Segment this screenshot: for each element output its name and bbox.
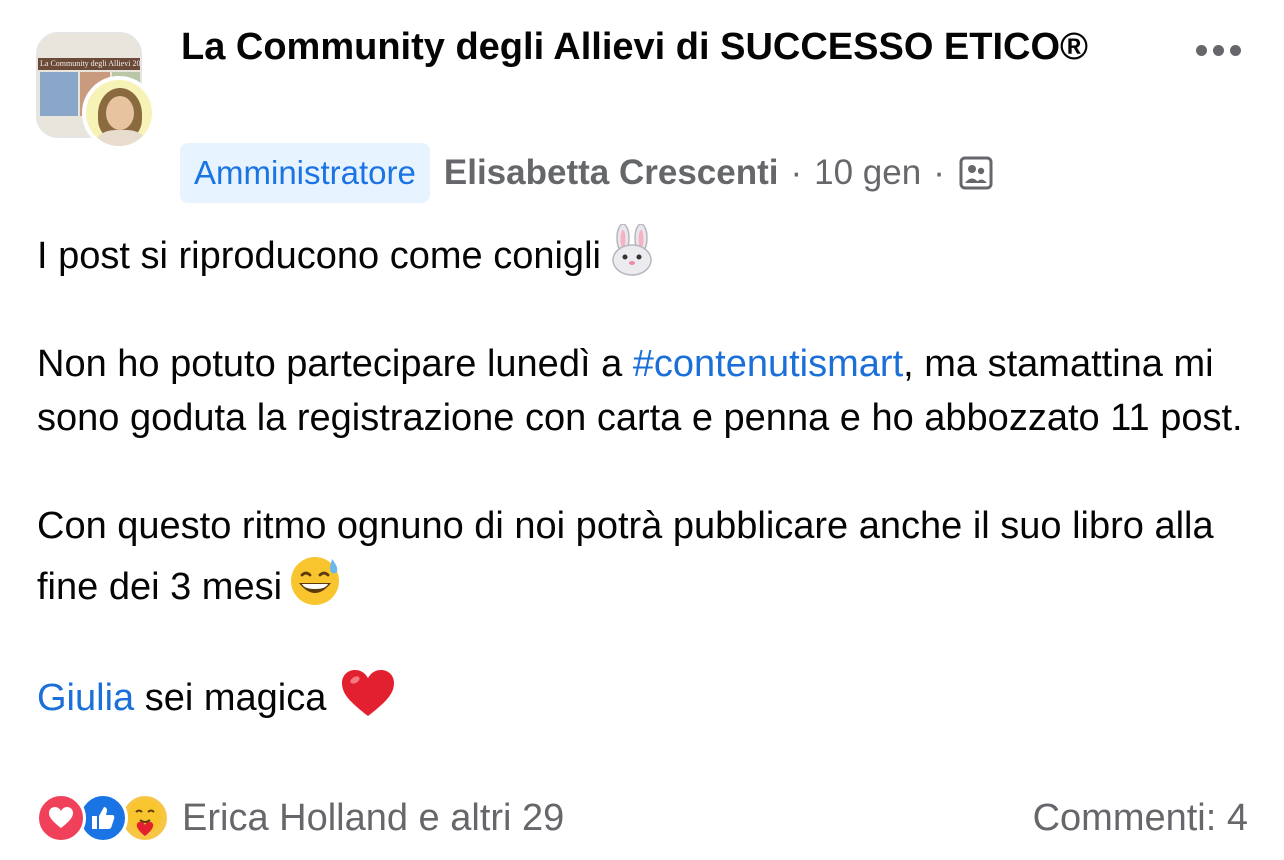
post-time[interactable]: 10 gen bbox=[814, 153, 921, 193]
post-text: Con questo ritmo ognuno di noi potrà pub… bbox=[37, 505, 1214, 608]
dot bbox=[1212, 44, 1224, 56]
group-avatar-banner: La Community degli Allievi 20mila bbox=[38, 58, 141, 70]
post-paragraph: Giulia sei magica bbox=[37, 668, 1252, 725]
role-badge: Amministratore bbox=[180, 143, 430, 203]
group-members-icon bbox=[959, 156, 993, 190]
rabbit-face-icon bbox=[612, 224, 652, 276]
group-avatar-photo bbox=[40, 72, 78, 116]
more-options-icon[interactable] bbox=[1190, 28, 1246, 72]
reactions-count[interactable]: Erica Holland e altri 29 bbox=[182, 797, 564, 840]
author-avatar[interactable] bbox=[82, 76, 156, 150]
post-paragraph: Con questo ritmo ognuno di noi potrà pub… bbox=[37, 499, 1252, 614]
post-text: I post si riproducono come conigli bbox=[37, 235, 601, 277]
grinning-sweat-face-icon bbox=[291, 557, 340, 605]
post-paragraph: Non ho potuto partecipare lunedì a #cont… bbox=[37, 337, 1252, 445]
love-reaction-icon bbox=[36, 793, 86, 843]
dot bbox=[1229, 44, 1241, 56]
hashtag-link[interactable]: #contenutismart bbox=[633, 343, 903, 385]
post-body: I post si riproducono come conigli Non h… bbox=[37, 224, 1252, 725]
post-text: sei magica bbox=[134, 677, 327, 719]
reactions-summary[interactable] bbox=[36, 790, 170, 846]
avatar-group[interactable]: La Community degli Allievi 20mila bbox=[36, 32, 160, 156]
avatar-body bbox=[96, 130, 146, 146]
comments-count[interactable]: Commenti: 4 bbox=[1033, 797, 1248, 840]
post-meta: Amministratore Elisabetta Crescenti · 10… bbox=[180, 143, 993, 203]
red-heart-icon bbox=[342, 670, 395, 716]
post-text: Non ho potuto partecipare lunedì a bbox=[37, 343, 633, 385]
author-name[interactable]: Elisabetta Crescenti bbox=[444, 153, 779, 193]
separator: · bbox=[933, 153, 945, 192]
dot bbox=[1195, 44, 1207, 56]
post-line: I post si riproducono come conigli bbox=[37, 224, 1252, 283]
group-name[interactable]: La Community degli Allievi di SUCCESSO E… bbox=[181, 20, 1111, 74]
separator: · bbox=[790, 153, 803, 192]
avatar-face bbox=[106, 96, 134, 130]
post-footer: Erica Holland e altri 29 Commenti: 4 bbox=[36, 790, 1248, 846]
mention-link[interactable]: Giulia bbox=[37, 677, 134, 719]
